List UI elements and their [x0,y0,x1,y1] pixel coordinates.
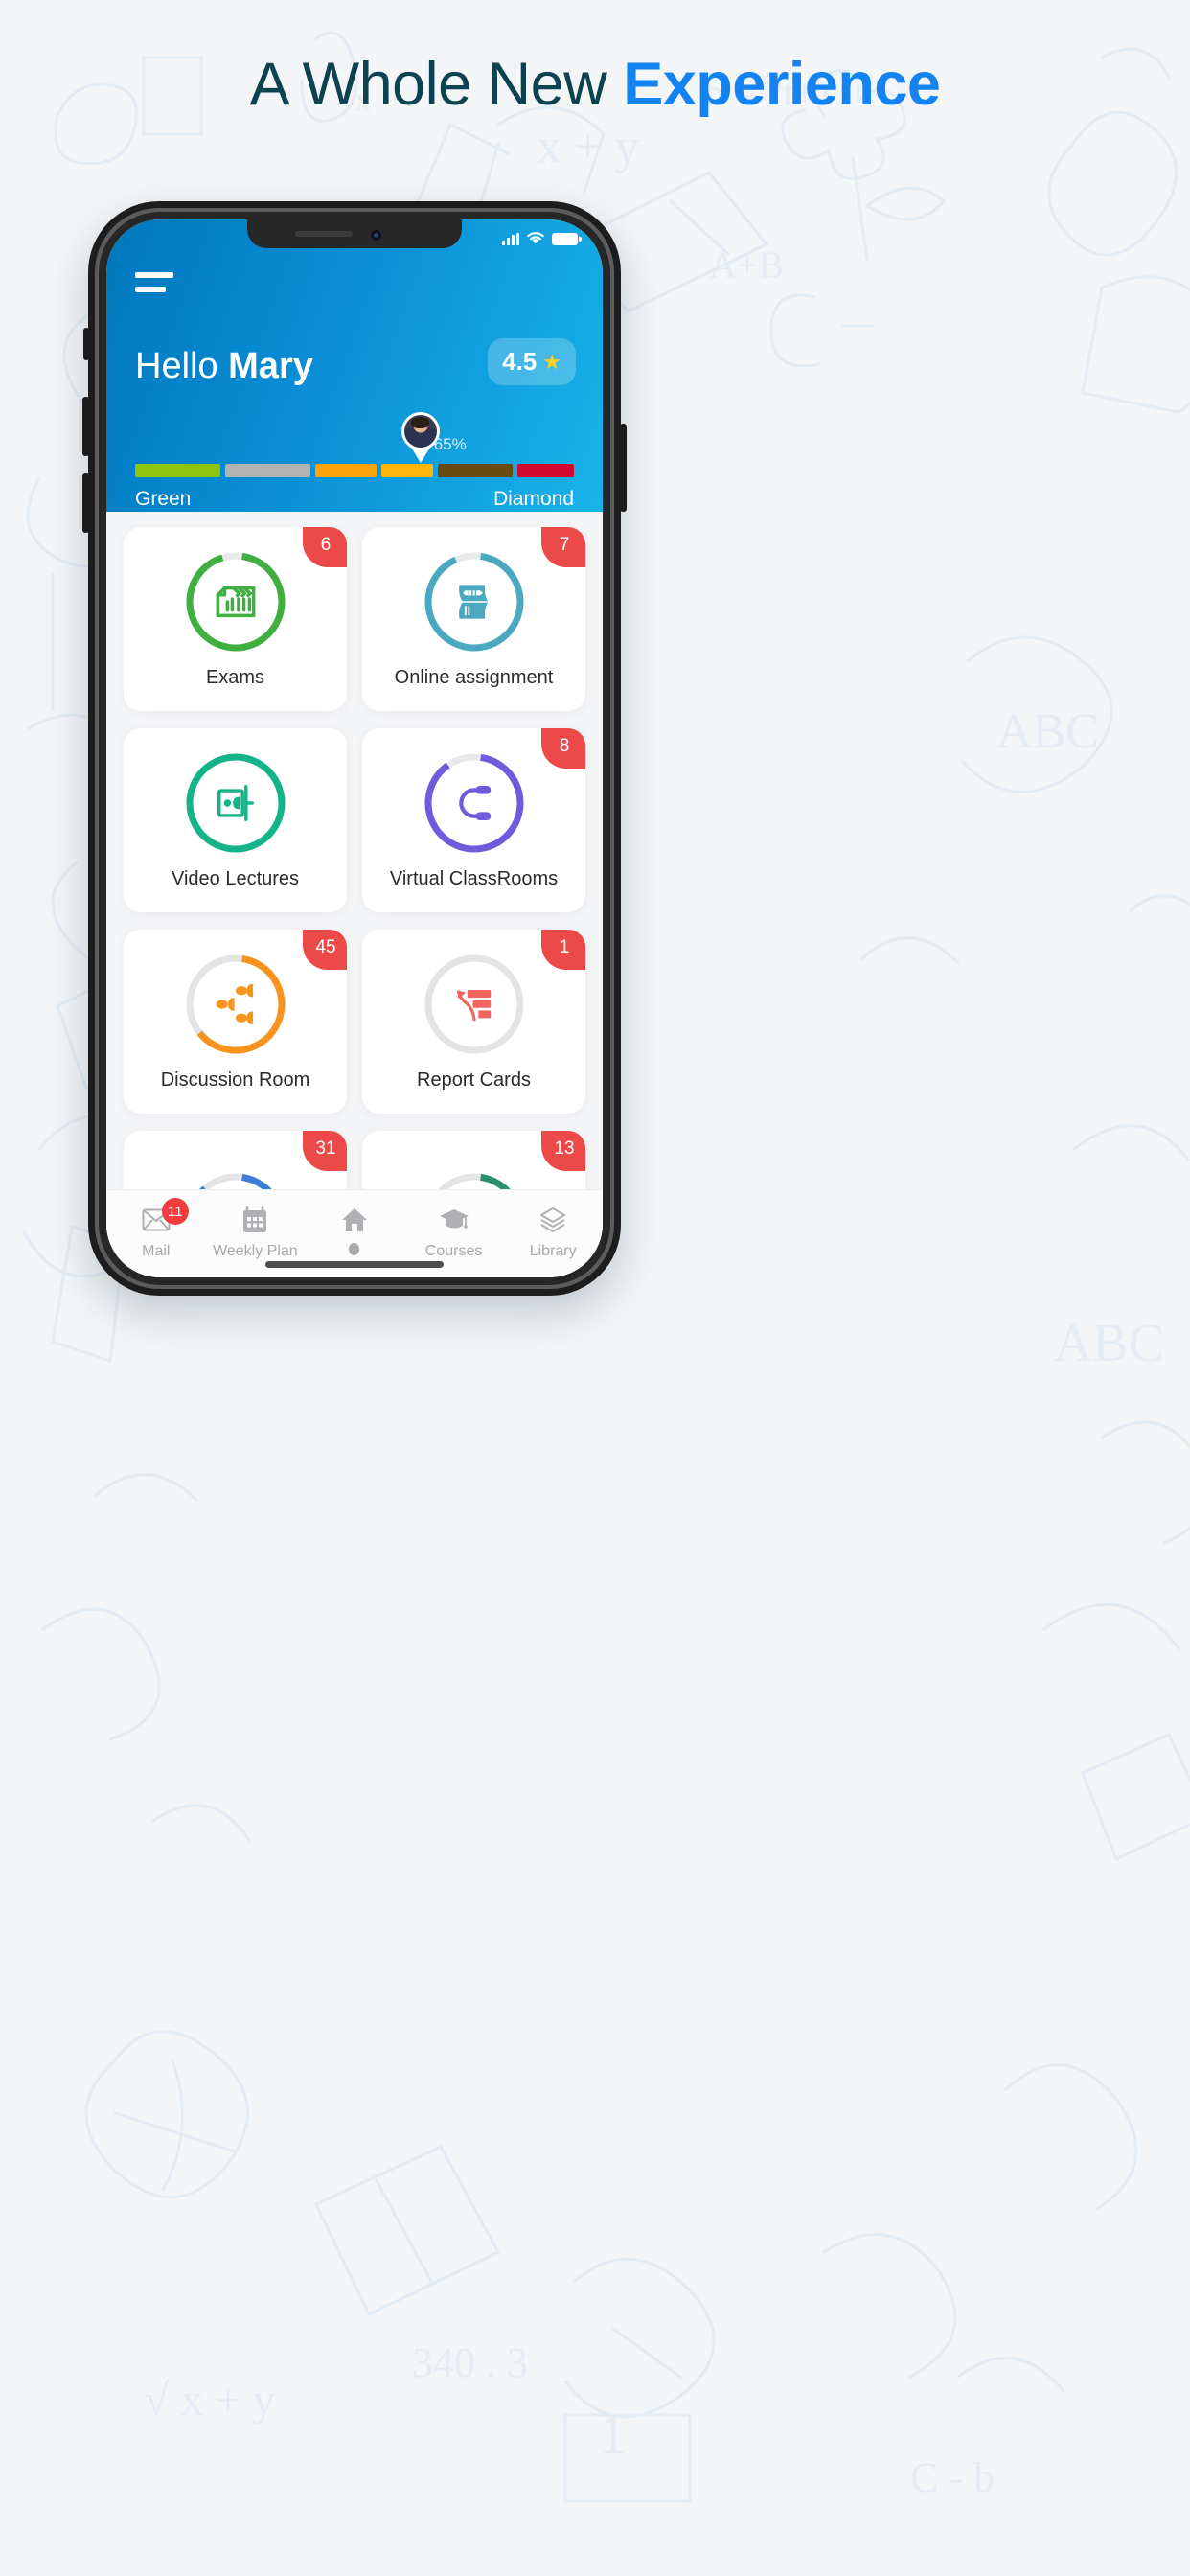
pin-tip-icon [409,446,431,463]
card-badge: 45 [303,930,347,970]
bar-chart-arrow-icon [423,953,526,1056]
card-label: Virtual ClassRooms [389,867,559,889]
rank-start-label: Green [135,488,192,510]
nav-label: Mail [142,1243,171,1259]
app-body: 6 Exams 7 Online assignment Video Lectures 8 V… [106,512,603,1277]
hamburger-menu-icon[interactable] [135,272,173,292]
card-label: Exams [205,666,265,688]
phone-mute-switch[interactable] [83,328,89,360]
books-stack-icon [538,1204,567,1236]
svg-text:ABC: ABC [996,704,1099,759]
user-name: Mary [228,346,313,386]
rank-segment-1 [224,464,310,477]
card-badge: 1 [541,930,585,970]
nav-item-home[interactable] [309,1204,400,1255]
svg-text:√ x + y: √ x + y [144,2375,275,2426]
calendar-icon [241,1204,268,1236]
page-title: A Whole New Experience [0,50,1190,119]
status-bar [502,231,582,245]
feature-card[interactable]: Video Lectures [124,728,347,912]
card-badge: 31 [303,1131,347,1171]
page-title-accent: Experience [623,51,941,118]
svg-text:C - b: C - b [910,2454,995,2501]
active-indicator-dot [349,1243,360,1255]
checklist-document-icon [184,550,287,654]
progress-ring [423,550,526,654]
wifi-icon [527,232,544,244]
page-root: x x + y b = 2t+1 A+B B+ A ABC [0,0,1190,2576]
phone-notch [247,219,462,248]
nav-item-courses[interactable]: Courses [408,1204,500,1260]
feature-card[interactable]: 6 Exams [124,527,347,711]
svg-text:x + y: x + y [537,120,639,174]
progress-ring [423,953,526,1056]
nav-item-library[interactable]: Library [507,1204,599,1260]
nav-item-mail[interactable]: Mail 11 [110,1198,202,1260]
rank-segment-3 [381,464,433,477]
feature-card[interactable]: 45 Discussion Room [124,930,347,1114]
phone-mockup: Hello Mary 4.5 ★ 65% Green Diamond 6 Exa… [82,201,627,1296]
rank-progress: 65% Green Diamond [135,412,574,511]
group-people-icon [184,953,287,1056]
rating-value: 4.5 [502,347,538,376]
earpiece-speaker [295,231,353,237]
feature-card[interactable]: 8 Virtual ClassRooms [362,728,585,912]
front-camera-icon [370,229,382,242]
rank-progress-bar[interactable] [135,464,574,477]
rank-labels: Green Diamond [135,488,574,511]
progress-ring [184,751,287,855]
rank-end-label: Diamond [492,488,574,510]
card-label: Discussion Room [160,1069,310,1091]
page-title-plain: A Whole New [249,51,624,118]
open-book-pencil-icon [423,550,526,654]
card-badge: 13 [541,1131,585,1171]
progress-ring [184,953,287,1056]
svg-text:A+B: A+B [709,243,784,287]
svg-text:340 . 3: 340 . 3 [412,2339,528,2386]
card-badge: 6 [303,527,347,567]
nav-label: Courses [424,1243,483,1259]
greeting-prefix: Hello [135,346,229,386]
progress-ring [184,550,287,654]
phone-power-button[interactable] [620,424,627,512]
graduation-cap-icon [439,1204,469,1236]
feature-card[interactable]: 7 Online assignment [362,527,585,711]
nav-item-weekly-plan[interactable]: Weekly Plan [209,1204,301,1260]
svg-text:ABC: ABC [1054,1314,1164,1373]
feature-card[interactable]: 1 Report Cards [362,930,585,1114]
app-header: Hello Mary 4.5 ★ 65% Green Diamond [106,219,603,512]
card-label: Online assignment [394,666,554,688]
home-indicator[interactable] [265,1261,444,1268]
rating-badge[interactable]: 4.5 ★ [488,338,576,385]
rank-segment-0 [135,464,220,477]
svg-text:1: 1 [599,2404,627,2466]
headphones-icon [423,751,526,855]
signal-bars-icon [502,233,519,245]
home-icon [340,1204,369,1236]
nav-label: Weekly Plan [213,1243,298,1259]
card-badge: 8 [541,728,585,769]
feature-card-grid: 6 Exams 7 Online assignment Video Lectures 8 V… [106,512,603,1277]
rank-segment-5 [516,464,574,477]
phone-screen: Hello Mary 4.5 ★ 65% Green Diamond 6 Exa… [106,219,603,1277]
phone-volume-down-button[interactable] [82,473,89,533]
phone-volume-up-button[interactable] [82,397,89,456]
card-label: Video Lectures [171,867,300,889]
rank-segment-4 [437,464,513,477]
greeting-text: Hello Mary [135,346,313,387]
nav-badge: 11 [161,1198,189,1225]
star-icon: ★ [542,349,561,374]
card-badge: 7 [541,527,585,567]
rank-segment-2 [314,464,378,477]
progress-ring [423,751,526,855]
battery-icon [552,233,582,245]
card-label: Report Cards [417,1069,531,1091]
progress-percent-label: 65% [433,435,467,453]
nav-label: Library [529,1243,577,1259]
video-presenter-icon [184,751,287,855]
